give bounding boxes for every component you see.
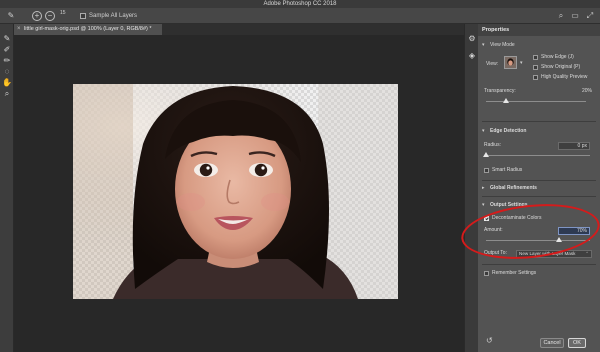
amount-label: Amount: <box>484 227 503 233</box>
show-edge-label: Show Edge (J) <box>541 54 574 60</box>
document-tab-label: little girl-mask-orig.psd @ 100% (Layer … <box>24 26 152 32</box>
view-thumbnail[interactable] <box>504 56 517 69</box>
brush-size-value[interactable]: 15 <box>60 9 66 17</box>
refine-edge-brush-icon[interactable]: ✐ <box>2 45 12 55</box>
remember-settings-label: Remember Settings <box>492 270 537 276</box>
properties-panel: Properties ▾ View Mode View: ▾ Show Edge… <box>478 24 600 352</box>
smart-radius-label: Smart Radius <box>492 167 523 173</box>
document-tab-strip: × little girl-mask-orig.psd @ 100% (Laye… <box>14 24 464 35</box>
output-to-label: Output To: <box>484 250 507 256</box>
divider <box>482 121 596 122</box>
edge-detection-collapse-icon[interactable]: ▾ <box>482 128 485 135</box>
app-title: Adobe Photoshop CC 2018 <box>263 1 337 7</box>
brush-tool-icon[interactable]: ✏ <box>2 56 12 66</box>
show-original-label: Show Original (P) <box>541 64 581 70</box>
global-refinements-expand-icon[interactable]: ▸ <box>482 185 485 192</box>
radius-slider-thumb[interactable] <box>483 152 489 157</box>
reset-icon[interactable]: ↺ <box>486 336 493 346</box>
divider <box>482 196 596 197</box>
hand-icon[interactable]: ✋ <box>2 78 12 88</box>
output-to-select[interactable]: New Layer with Layer Mask <box>516 250 592 258</box>
ok-button[interactable]: OK <box>568 338 586 348</box>
decontaminate-label: Decontaminate Colors <box>492 215 542 221</box>
plus-icon[interactable]: + <box>32 11 42 21</box>
properties-title: Properties <box>482 27 510 33</box>
expand-icon[interactable]: ⤢ <box>585 11 595 21</box>
sample-all-layers-label: Sample All Layers <box>89 13 138 19</box>
search-icon[interactable]: ⌕ <box>556 11 566 21</box>
divider <box>482 180 596 181</box>
zoom-icon[interactable]: ⌕ <box>2 89 12 99</box>
show-original-checkbox[interactable] <box>533 65 538 70</box>
decontaminate-checkbox[interactable] <box>484 216 489 221</box>
cancel-button[interactable]: Cancel <box>540 338 564 348</box>
high-quality-checkbox[interactable] <box>533 75 538 80</box>
global-refinements-label[interactable]: Global Refinements <box>490 185 537 192</box>
radius-field[interactable]: 0 px <box>558 142 590 150</box>
document-tab[interactable]: × little girl-mask-orig.psd @ 100% (Laye… <box>14 24 162 35</box>
workspace-icon[interactable]: ▭ <box>570 11 580 21</box>
tools-bar: ✎ ✐ ✏ ◌ ✋ ⌕ <box>0 24 14 352</box>
title-bar: Adobe Photoshop CC 2018 <box>0 0 600 8</box>
minus-icon[interactable]: − <box>45 11 55 21</box>
view-thumbnail-image <box>505 57 516 68</box>
show-edge-checkbox[interactable] <box>533 55 538 60</box>
layers-icon[interactable]: ◈ <box>467 51 477 61</box>
output-settings-collapse-icon[interactable]: ▾ <box>482 202 485 209</box>
photo-canvas[interactable] <box>73 84 398 299</box>
quick-selection-icon[interactable]: ✎ <box>2 34 12 44</box>
remember-settings-checkbox[interactable] <box>484 271 489 276</box>
smart-radius-checkbox[interactable] <box>484 168 489 173</box>
canvas-area[interactable] <box>14 35 464 352</box>
amount-slider-thumb[interactable] <box>555 237 562 242</box>
sample-all-layers-checkbox[interactable] <box>80 13 86 19</box>
transparency-slider-track[interactable] <box>486 101 586 102</box>
lasso-icon[interactable]: ◌ <box>2 67 12 77</box>
edge-detection-label: Edge Detection <box>490 128 527 134</box>
view-label: View: <box>486 61 499 67</box>
properties-header: Properties <box>478 24 600 36</box>
amount-field[interactable]: 70% <box>558 227 590 235</box>
close-icon[interactable]: × <box>17 24 21 35</box>
output-settings-label: Output Settings <box>490 202 528 208</box>
view-mode-label: View Mode <box>490 42 515 48</box>
transparency-value[interactable]: 20% <box>570 88 592 95</box>
transparency-label: Transparency: <box>484 88 516 94</box>
radius-label: Radius: <box>484 142 501 148</box>
divider <box>482 264 596 265</box>
options-bar: ✎ + − 15 Sample All Layers ⌕ ▭ ⤢ <box>0 8 600 24</box>
high-quality-label: High Quality Preview <box>541 74 588 80</box>
panel-icon-strip: ⚙ ◈ <box>464 24 478 352</box>
properties-icon[interactable]: ⚙ <box>467 34 477 44</box>
amount-slider-track[interactable] <box>486 240 590 241</box>
transparency-slider-thumb[interactable] <box>503 98 509 103</box>
view-mode-collapse-icon[interactable]: ▾ <box>482 42 485 49</box>
girl-photo <box>73 84 398 299</box>
brush-icon[interactable]: ✎ <box>6 11 16 21</box>
view-dropdown-icon[interactable]: ▾ <box>520 60 523 67</box>
radius-slider-track[interactable] <box>486 155 590 156</box>
